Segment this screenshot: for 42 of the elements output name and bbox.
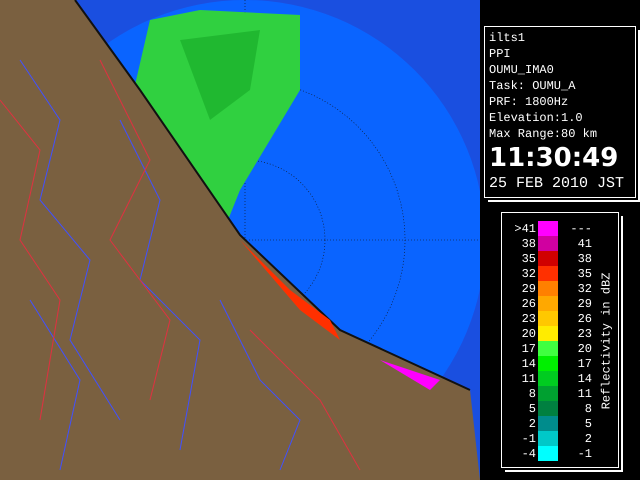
info-line: ilts1	[489, 30, 526, 46]
legend-label: 11	[576, 386, 593, 400]
legend-label: 11	[520, 372, 537, 386]
legend-label: 8	[584, 402, 593, 416]
legend-label: 2	[528, 416, 537, 430]
legend-label: 14	[576, 372, 593, 386]
info-line: Task: OUMU_A	[489, 78, 576, 94]
legend-label: 14	[520, 356, 537, 370]
legend-label: 17	[520, 342, 537, 356]
legend-label: 5	[584, 416, 593, 430]
info-line: PPI	[489, 46, 512, 62]
legend-label: -1	[576, 446, 593, 460]
legend-label: 17	[576, 356, 593, 370]
legend-label: -1	[520, 432, 537, 446]
legend-label: 20	[576, 342, 593, 356]
legend-label: 23	[576, 326, 593, 340]
legend-label: ---	[569, 222, 593, 236]
legend-label: 2	[584, 432, 593, 446]
legend-label: 26	[520, 296, 537, 310]
legend-label: 38	[520, 236, 537, 250]
legend-label: 20	[520, 326, 537, 340]
legend-title: Reflectivity in dBZ	[599, 272, 613, 410]
legend-label: >41	[513, 222, 537, 236]
legend-label: 32	[520, 266, 537, 280]
legend-label: 35	[520, 252, 537, 266]
legend-label: 23	[520, 312, 537, 326]
legend-label: 8	[528, 386, 537, 400]
legend-label: 38	[576, 252, 593, 266]
legend-label: 35	[576, 266, 593, 280]
legend-label: 26	[576, 312, 593, 326]
info-line: PRF: 1800Hz	[489, 94, 570, 110]
legend-label: 5	[528, 402, 537, 416]
info-line: OUMU_IMA0	[489, 62, 555, 78]
time-label: 11:30:49	[489, 142, 620, 174]
legend-label: 29	[576, 296, 593, 310]
info-line: Max Range:80 km	[489, 126, 598, 142]
legend-label: 41	[576, 236, 593, 250]
legend-label: 29	[520, 282, 537, 296]
info-line: Elevation:1.0	[489, 110, 584, 126]
legend-label: 32	[576, 282, 593, 296]
date-label: 25 FEB 2010 JST	[489, 174, 626, 194]
legend-label: -4	[520, 446, 537, 460]
